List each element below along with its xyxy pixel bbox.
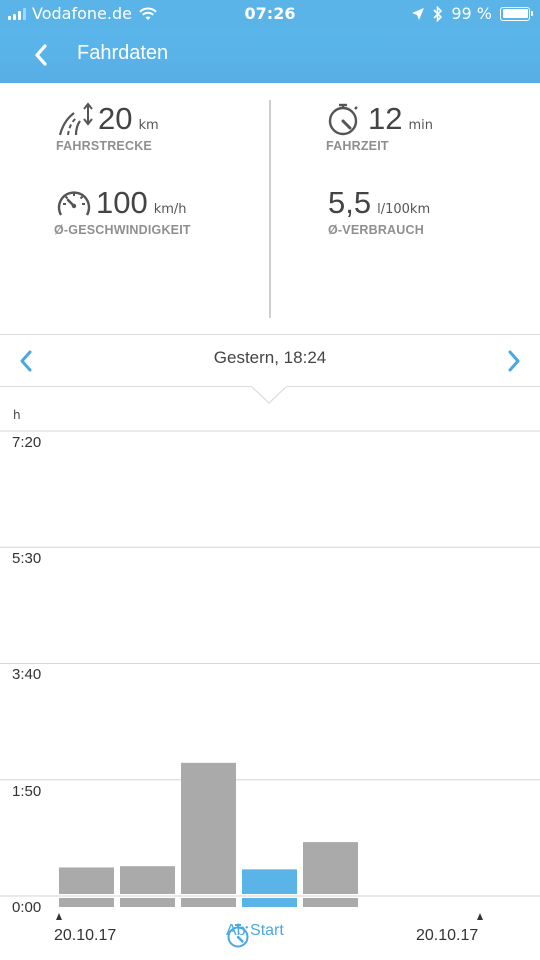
trip-bar[interactable] xyxy=(59,867,114,894)
stats-panel: 20 km FAHRSTRECKE 12 min FAHRZEIT 100 km… xyxy=(0,83,540,335)
trip-bar[interactable] xyxy=(181,762,236,894)
date-selector: Gestern, 18:24 xyxy=(0,335,540,387)
next-chevron-icon[interactable] xyxy=(502,347,526,375)
y-tick-label: 5:30 xyxy=(12,550,42,568)
stat-distance: 20 km FAHRSTRECKE xyxy=(56,101,159,153)
battery-icon xyxy=(500,6,533,21)
x-start-label: 20.10.17 xyxy=(54,927,117,944)
stats-divider xyxy=(269,100,271,318)
consumption-label: Ø-VERBRAUCH xyxy=(328,223,424,237)
chart-canvas xyxy=(0,430,540,920)
y-tick-label: 3:40 xyxy=(12,666,42,684)
consumption-unit: l/100km xyxy=(377,202,431,217)
consumption-value: 5,5 xyxy=(328,185,372,220)
trip-bar-base xyxy=(242,898,297,907)
duration-unit: min xyxy=(408,118,433,133)
bluetooth-icon xyxy=(433,5,443,22)
trip-bar-base xyxy=(59,898,114,907)
page-title: Fahrdaten xyxy=(77,42,169,64)
location-arrow-icon xyxy=(412,7,425,20)
stat-duration: 12 min FAHRZEIT xyxy=(326,101,433,153)
trip-bar[interactable] xyxy=(303,842,358,894)
x-end-label: 20.10.17 xyxy=(416,927,479,944)
selected-date: Gestern, 18:24 xyxy=(213,348,327,367)
trip-bar[interactable] xyxy=(120,866,175,894)
stat-consumption: 5,5 l/100km Ø-VERBRAUCH xyxy=(328,185,430,237)
back-chevron-icon[interactable] xyxy=(28,40,56,70)
speed-value: 100 xyxy=(96,185,148,220)
speed-label: Ø-GESCHWINDIGKEIT xyxy=(54,223,191,237)
distance-value: 20 xyxy=(98,101,133,136)
trip-bar-base xyxy=(181,898,236,907)
ab-start-button[interactable]: Ab Start xyxy=(226,922,284,948)
trip-bar-selected[interactable] xyxy=(242,869,297,894)
duration-value: 12 xyxy=(368,101,403,136)
y-tick-label: 0:00 xyxy=(12,899,42,916)
stopwatch-icon xyxy=(328,103,358,136)
duration-label: FAHRZEIT xyxy=(326,139,389,153)
range-marker-icon xyxy=(477,913,483,920)
speedometer-icon xyxy=(57,191,91,216)
navigation-bar: Fahrdaten xyxy=(0,28,540,83)
trip-bar-base xyxy=(120,898,175,907)
y-tick-label: 7:20 xyxy=(12,434,42,451)
status-bar: Vodafone.de 07:26 99 % xyxy=(0,0,540,28)
y-tick-label: 1:50 xyxy=(12,782,42,800)
battery-percent: 99 % xyxy=(451,4,492,23)
stopwatch-icon xyxy=(227,924,249,948)
stat-speed: 100 km/h Ø-GESCHWINDIGKEIT xyxy=(54,185,191,237)
distance-unit: km xyxy=(138,118,159,133)
trip-duration-chart: h 7:20 5:30 3:40 1:50 0:00 20.10.17 20.10.17… xyxy=(0,400,540,960)
speed-unit: km/h xyxy=(153,202,187,217)
distance-road-icon xyxy=(58,102,93,136)
distance-label: FAHRSTRECKE xyxy=(56,139,152,153)
range-marker-icon xyxy=(56,913,62,920)
status-right: 99 % xyxy=(411,4,533,23)
trip-bar-base xyxy=(303,898,358,907)
